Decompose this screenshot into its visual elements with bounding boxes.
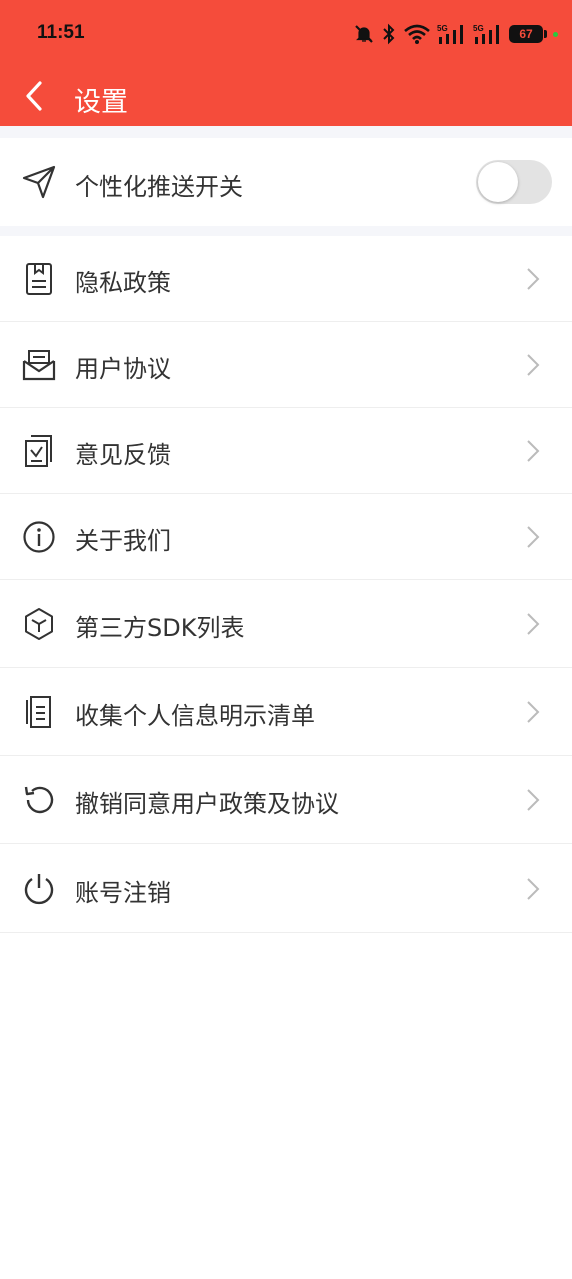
menu-item-label: 第三方SDK列表 [75, 614, 245, 642]
menu-item-label: 关于我们 [75, 527, 171, 555]
signal-5g-icon: 5G [473, 23, 503, 45]
chevron-right-icon [527, 440, 540, 462]
menu-item-about-us[interactable]: 关于我们 [0, 494, 572, 580]
chevron-right-icon [527, 613, 540, 635]
wifi-icon [403, 23, 431, 45]
chevron-right-icon [527, 878, 540, 900]
bluetooth-icon [381, 23, 397, 45]
menu-item-privacy-policy[interactable]: 隐私政策 [0, 236, 572, 322]
privacy-indicator-dot [553, 31, 558, 37]
menu-item-third-party-sdk[interactable]: 第三方SDK列表 [0, 580, 572, 668]
menu-item-personal-info-list[interactable]: 收集个人信息明示清单 [0, 668, 572, 756]
signal-5g-icon: 5G [437, 23, 467, 45]
info-icon [21, 519, 57, 555]
battery-icon: 67 [509, 25, 547, 43]
toggle-knob [478, 162, 518, 202]
section-divider [0, 126, 572, 138]
chevron-right-icon [527, 789, 540, 811]
push-toggle-label: 个性化推送开关 [75, 173, 243, 201]
menu-item-label: 意见反馈 [75, 441, 171, 469]
title-bar: 设置 [0, 68, 572, 126]
copy-doc-icon [21, 694, 57, 730]
menu-item-label: 收集个人信息明示清单 [75, 702, 315, 730]
menu-item-user-agreement[interactable]: 用户协议 [0, 322, 572, 408]
push-toggle-row: 个性化推送开关 [0, 138, 572, 226]
svg-text:5G: 5G [473, 24, 484, 33]
revoke-icon [21, 782, 57, 818]
status-time: 11:51 [37, 22, 85, 43]
document-icon [21, 261, 57, 297]
page-title: 设置 [74, 87, 128, 118]
chevron-right-icon [527, 526, 540, 548]
menu-item-label: 撤销同意用户政策及协议 [75, 790, 339, 818]
push-toggle-switch[interactable] [476, 160, 552, 204]
chevron-left-icon [26, 81, 42, 111]
chevron-right-icon [527, 354, 540, 376]
menu-item-account-deletion[interactable]: 账号注销 [0, 844, 572, 933]
back-button[interactable] [14, 76, 54, 116]
envelope-icon [21, 347, 57, 383]
menu-item-feedback[interactable]: 意见反馈 [0, 408, 572, 494]
feedback-icon [21, 433, 57, 469]
svg-text:5G: 5G [437, 24, 448, 33]
status-bar: 11:51 5G 5G 67 [0, 0, 572, 68]
bell-off-icon [353, 23, 375, 45]
chevron-right-icon [527, 268, 540, 290]
battery-level: 67 [509, 25, 547, 43]
cube-icon [21, 606, 57, 642]
status-icons: 5G 5G 67 [347, 22, 558, 46]
menu-item-label: 用户协议 [75, 355, 171, 383]
menu-item-label: 账号注销 [75, 879, 171, 907]
menu-item-label: 隐私政策 [75, 269, 171, 297]
power-icon [21, 871, 57, 907]
menu-item-revoke-consent[interactable]: 撤销同意用户政策及协议 [0, 756, 572, 844]
chevron-right-icon [527, 701, 540, 723]
section-divider [0, 226, 572, 236]
send-icon [21, 164, 57, 200]
